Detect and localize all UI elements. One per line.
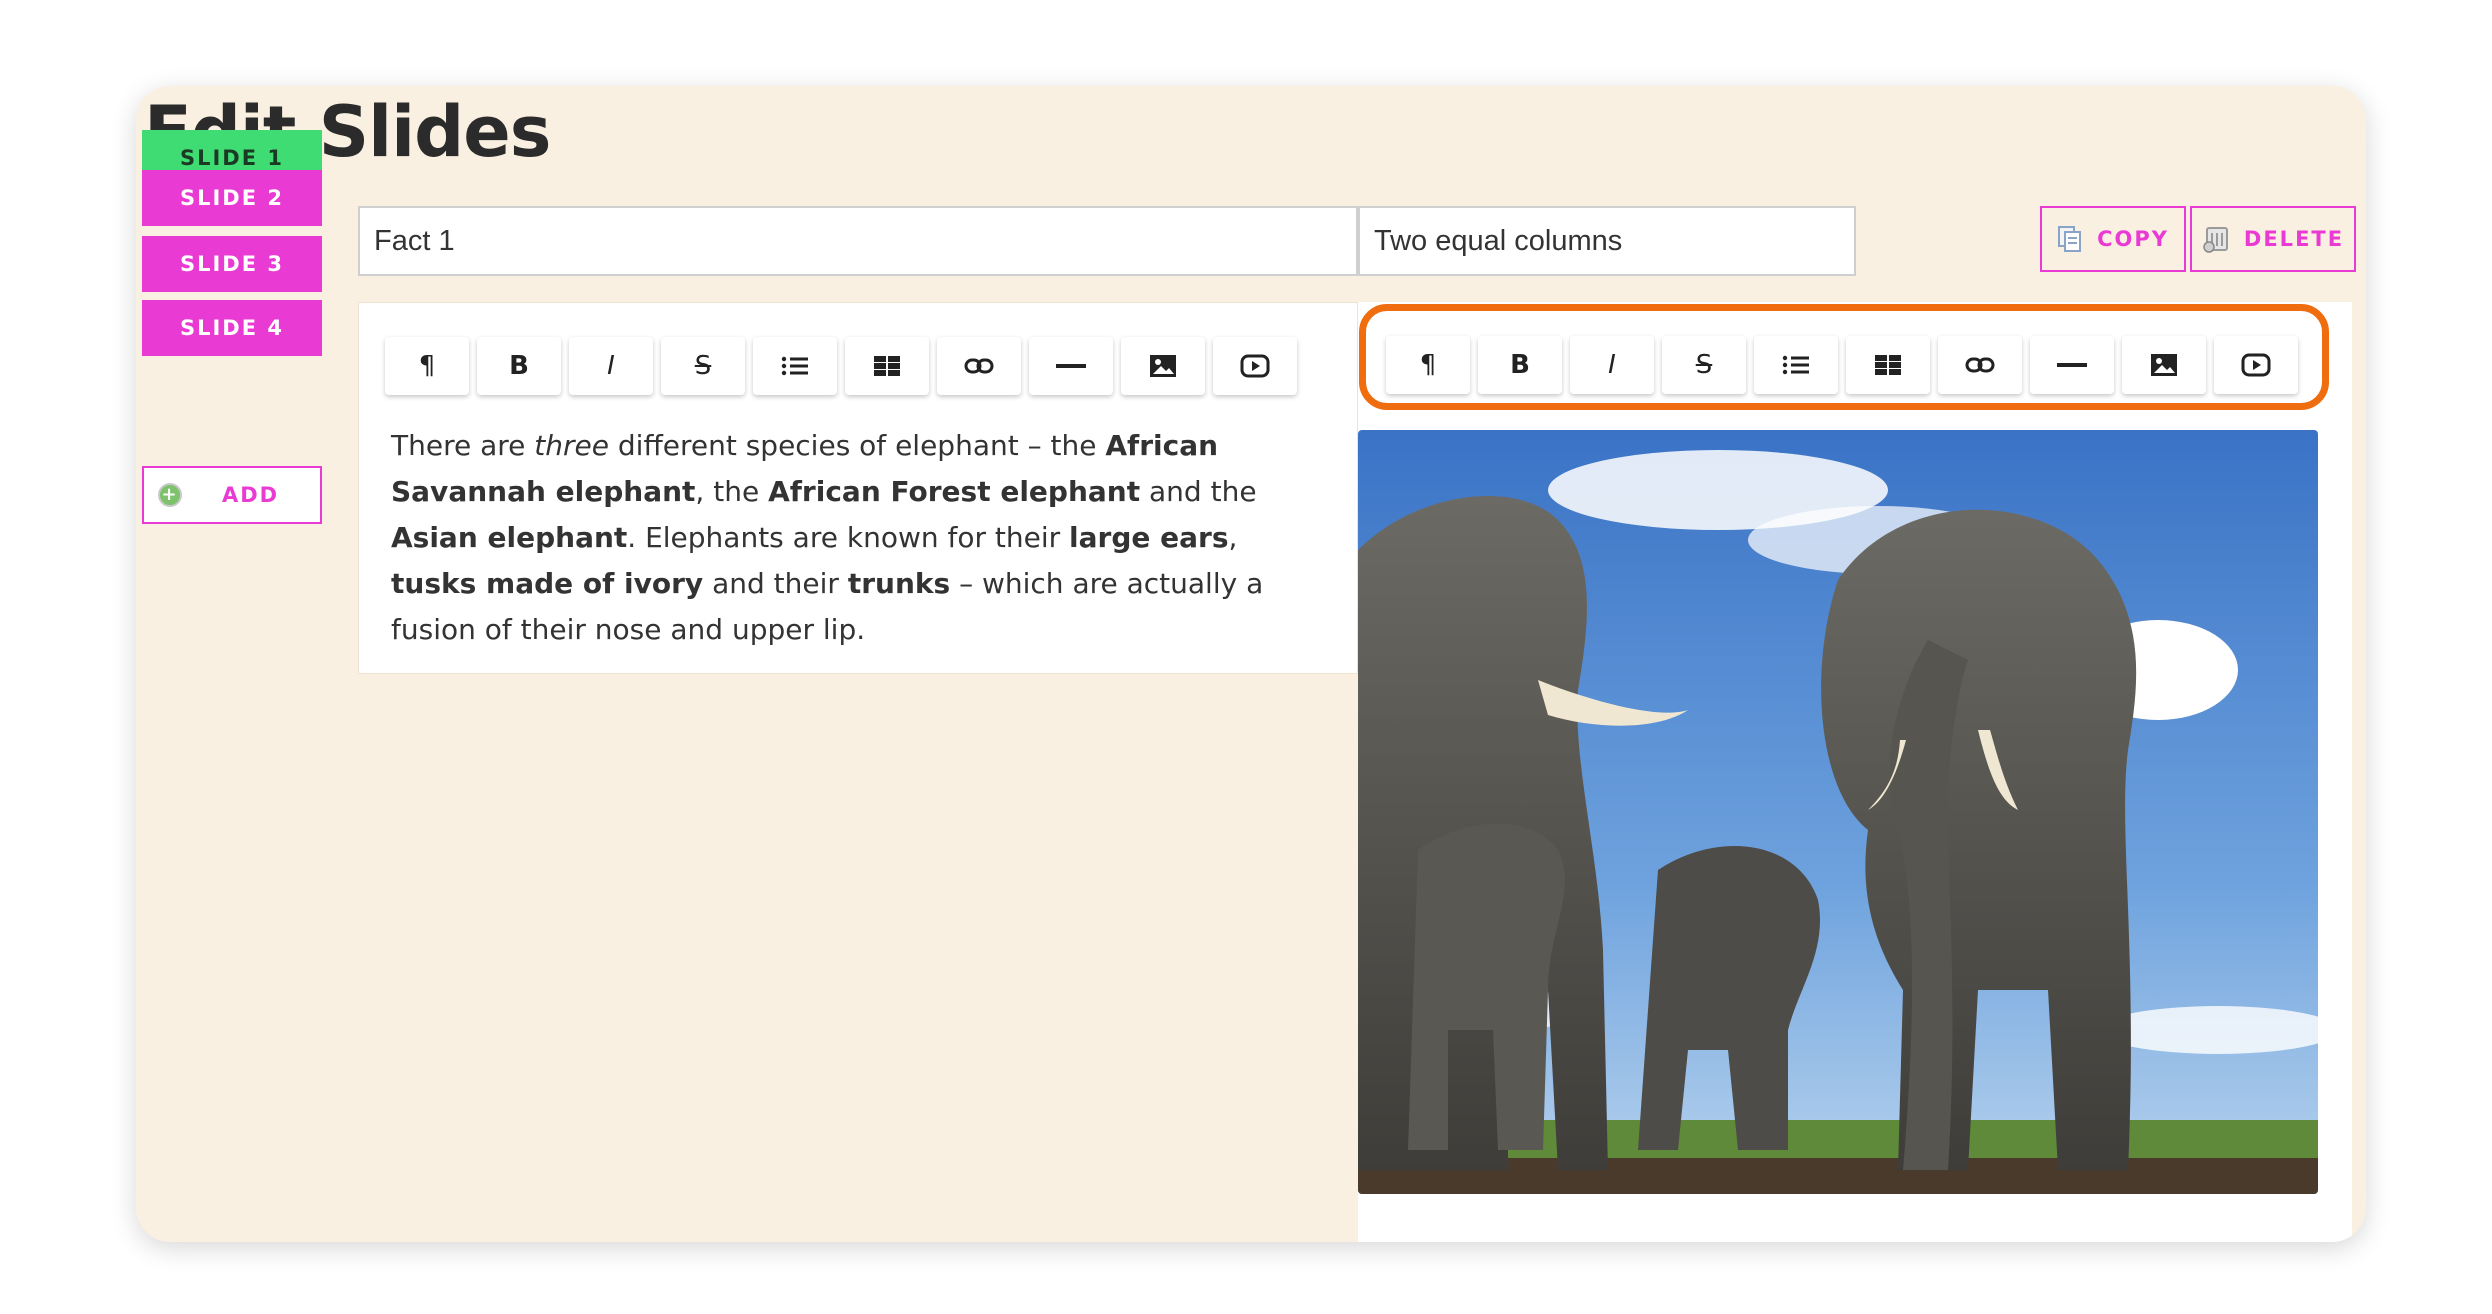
bold-icon[interactable]: B (477, 337, 561, 395)
image-icon[interactable] (2122, 336, 2206, 394)
slide-body-text[interactable]: There are three different species of ele… (391, 423, 1321, 653)
horizontal-rule-icon[interactable] (1029, 337, 1113, 395)
elephant-image[interactable] (1358, 430, 2318, 1194)
delete-button[interactable]: DELETE (2190, 206, 2356, 272)
video-icon[interactable] (2214, 336, 2298, 394)
add-label: ADD (222, 483, 280, 507)
link-icon[interactable] (1938, 336, 2022, 394)
horizontal-rule-icon[interactable] (2030, 336, 2114, 394)
delete-icon (2202, 225, 2230, 253)
left-column-editor: ¶ B I S There are three different specie… (358, 302, 1358, 674)
slide-2-button[interactable]: SLIDE 2 (142, 170, 322, 226)
image-icon[interactable] (1121, 337, 1205, 395)
table-icon[interactable] (1846, 336, 1930, 394)
bullet-list-icon[interactable] (1754, 336, 1838, 394)
copy-label: COPY (2097, 227, 2169, 251)
slide-title-input[interactable] (358, 206, 1358, 276)
add-plus-icon: + (158, 483, 182, 507)
italic-icon[interactable]: I (1570, 336, 1654, 394)
video-icon[interactable] (1213, 337, 1297, 395)
link-icon[interactable] (937, 337, 1021, 395)
slide-4-button[interactable]: SLIDE 4 (142, 300, 322, 356)
delete-label: DELETE (2243, 227, 2345, 251)
italic-icon[interactable]: I (569, 337, 653, 395)
table-icon[interactable] (845, 337, 929, 395)
paragraph-icon[interactable]: ¶ (1386, 336, 1470, 394)
strikethrough-icon[interactable]: S (1662, 336, 1746, 394)
right-editor-toolbar: ¶ B I S (1386, 336, 2306, 394)
left-editor-toolbar: ¶ B I S (385, 337, 1305, 395)
layout-select[interactable] (1358, 206, 1856, 276)
add-slide-button[interactable]: + ADD (142, 466, 322, 524)
strikethrough-icon[interactable]: S (661, 337, 745, 395)
copy-icon (2057, 225, 2083, 253)
bold-icon[interactable]: B (1478, 336, 1562, 394)
copy-button[interactable]: COPY (2040, 206, 2186, 272)
edit-slides-panel: Edit Slides SLIDE 1 SLIDE 2 SLIDE 3 SLID… (136, 86, 2366, 1242)
slide-3-button[interactable]: SLIDE 3 (142, 236, 322, 292)
bullet-list-icon[interactable] (753, 337, 837, 395)
paragraph-icon[interactable]: ¶ (385, 337, 469, 395)
